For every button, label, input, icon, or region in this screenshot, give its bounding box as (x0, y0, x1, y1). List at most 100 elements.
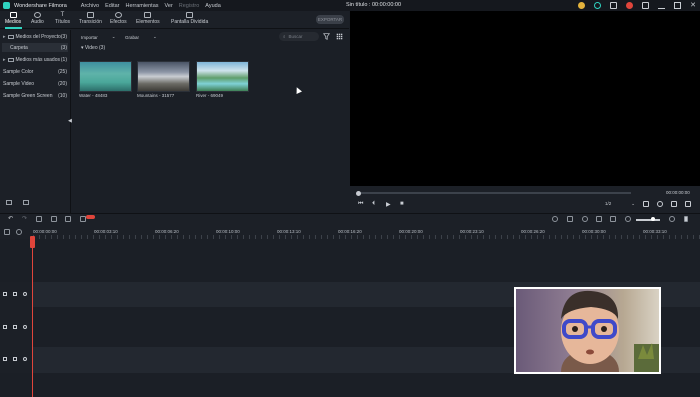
maximize-icon[interactable] (674, 1, 682, 9)
tab-titulos[interactable]: T Títulos (55, 12, 70, 25)
tab-pantalla-dividida[interactable]: Pantalla Dividida (171, 12, 208, 25)
sun-icon[interactable] (578, 1, 586, 9)
shield-icon[interactable] (567, 216, 573, 222)
refresh-icon[interactable] (594, 1, 602, 9)
library-item-carpeta[interactable]: Carpeta (3) (2, 43, 68, 52)
snapshot-icon[interactable] (657, 201, 663, 207)
ruler-label: 00:00:13:10 (277, 229, 301, 234)
tab-audio[interactable]: Audio (31, 12, 44, 25)
preview-viewer (350, 11, 700, 186)
filmora-logo-icon (3, 2, 10, 9)
timeline-empty-area[interactable] (0, 239, 700, 282)
playhead[interactable] (32, 236, 33, 397)
play-icon[interactable]: ▶ (386, 201, 391, 208)
user-icon[interactable] (610, 1, 618, 9)
frame-back-icon[interactable]: ⏴ (372, 201, 375, 208)
zoom-slider-handle[interactable] (651, 217, 655, 221)
ruler-label: 00:00:20:00 (399, 229, 423, 234)
microphone-icon[interactable] (582, 216, 588, 222)
notification-icon[interactable] (626, 1, 634, 9)
title-bar: Wondershare Filmora Archivo Editar Herra… (0, 0, 700, 11)
record-dropdown[interactable]: Grabar ⌄ (125, 33, 157, 41)
preview-scrubber[interactable] (358, 192, 631, 194)
ruler-label: 00:00:33:10 (643, 229, 667, 234)
preview-timecode: 00:00:00:00 (666, 190, 690, 195)
menu-editar[interactable]: Editar (105, 3, 119, 9)
folder-icon (9, 12, 17, 18)
volume-icon[interactable] (671, 201, 677, 207)
caret-right-icon[interactable]: ▸ (3, 34, 6, 40)
menu-registro[interactable]: Registro (179, 3, 199, 9)
cut-icon[interactable] (51, 216, 57, 222)
library-item-sample-video[interactable]: Sample Video (20) (2, 79, 68, 88)
menu-ayuda[interactable]: Ayuda (205, 3, 221, 9)
eye-icon[interactable] (23, 292, 27, 296)
link-icon[interactable] (16, 229, 22, 235)
zoom-slider[interactable] (636, 219, 660, 221)
menu-archivo[interactable]: Archivo (81, 3, 99, 9)
close-icon[interactable]: ✕ (690, 1, 696, 9)
fullscreen-icon[interactable] (685, 201, 691, 207)
tab-efectos[interactable]: Efectos (110, 12, 127, 25)
elements-icon (144, 12, 152, 18)
step-back-icon[interactable]: ⏮ (358, 201, 363, 208)
tab-elementos[interactable]: Elementos (136, 12, 160, 25)
ruler-label: 00:00:30:00 (582, 229, 606, 234)
menu-herramientas[interactable]: Herramientas (126, 3, 159, 9)
render-icon[interactable] (552, 216, 558, 222)
undo-icon[interactable]: ↶ (8, 215, 14, 222)
folder-icon (7, 34, 14, 39)
caret-right-icon[interactable]: ▸ (3, 57, 6, 63)
open-folder-icon[interactable] (23, 200, 29, 205)
library-item-most-used[interactable]: ▸ Medios más usados (1) (2, 55, 68, 64)
redo-icon[interactable]: ↷ (22, 215, 28, 222)
clip-name: Water - 48483 (79, 93, 108, 98)
eye-icon[interactable] (23, 325, 27, 329)
tab-transicion[interactable]: Transición (79, 12, 102, 25)
minimize-icon[interactable] (658, 2, 666, 9)
add-track-icon[interactable] (4, 229, 10, 235)
adjust-icon[interactable] (65, 216, 71, 222)
playhead-handle[interactable] (30, 236, 35, 248)
stop-icon[interactable]: ■ (400, 201, 404, 207)
library-item-project-media[interactable]: ▸ Medios del Proyecto (3) (2, 32, 68, 41)
zoom-out-icon[interactable] (625, 216, 631, 222)
zoom-in-icon[interactable] (669, 216, 675, 222)
clip-thumbnail-water[interactable] (79, 61, 132, 92)
tab-medios[interactable]: Medios (5, 12, 21, 25)
library-item-sample-green-screen[interactable]: Sample Green Screen (10) (2, 91, 68, 100)
window-controls: ✕ (578, 1, 696, 9)
video-section-header[interactable]: ▾ Video (3) (81, 45, 105, 51)
menu-ver[interactable]: Ver (165, 3, 173, 9)
speaker-icon[interactable] (23, 357, 27, 361)
library-item-sample-color[interactable]: Sample Color (25) (2, 67, 68, 76)
delete-icon[interactable] (36, 216, 42, 222)
ruler-label: 00:00:03:10 (94, 229, 118, 234)
app-name: Wondershare Filmora (14, 2, 67, 9)
monitor-icon[interactable] (643, 201, 649, 207)
clip-name: River - 69049 (196, 93, 224, 98)
search-input[interactable]: ⌕ Buscar (279, 32, 319, 41)
clip-thumbnail-river[interactable] (196, 61, 249, 92)
clip-thumbnail-mountains[interactable] (137, 61, 190, 92)
scrubber-handle[interactable] (356, 190, 361, 196)
pause-icon[interactable] (684, 216, 688, 222)
chevron-down-icon: ⌄ (111, 34, 116, 39)
timeline-bottom-area[interactable] (0, 373, 700, 397)
lock-icon[interactable] (13, 357, 17, 361)
filter-icon[interactable] (323, 33, 330, 40)
grid-view-icon[interactable] (336, 33, 343, 40)
voiceover-icon[interactable] (596, 216, 602, 222)
clip-name: Mountains - 31577 (137, 93, 175, 98)
mail-icon[interactable] (642, 1, 650, 9)
music-track-icon (3, 357, 7, 361)
menu-bar: Archivo Editar Herramientas Ver Registro… (81, 3, 221, 9)
import-dropdown[interactable]: Importar ⌄ (81, 33, 116, 41)
playback-quality-select[interactable]: 1/2 ⌄ (605, 201, 635, 209)
new-folder-icon[interactable] (6, 200, 12, 205)
lock-icon[interactable] (13, 325, 17, 329)
lock-icon[interactable] (13, 292, 17, 296)
ruler-label: 00:00:16:20 (338, 229, 362, 234)
export-button[interactable]: EXPORTAR (316, 15, 344, 24)
captions-icon[interactable] (610, 216, 616, 222)
